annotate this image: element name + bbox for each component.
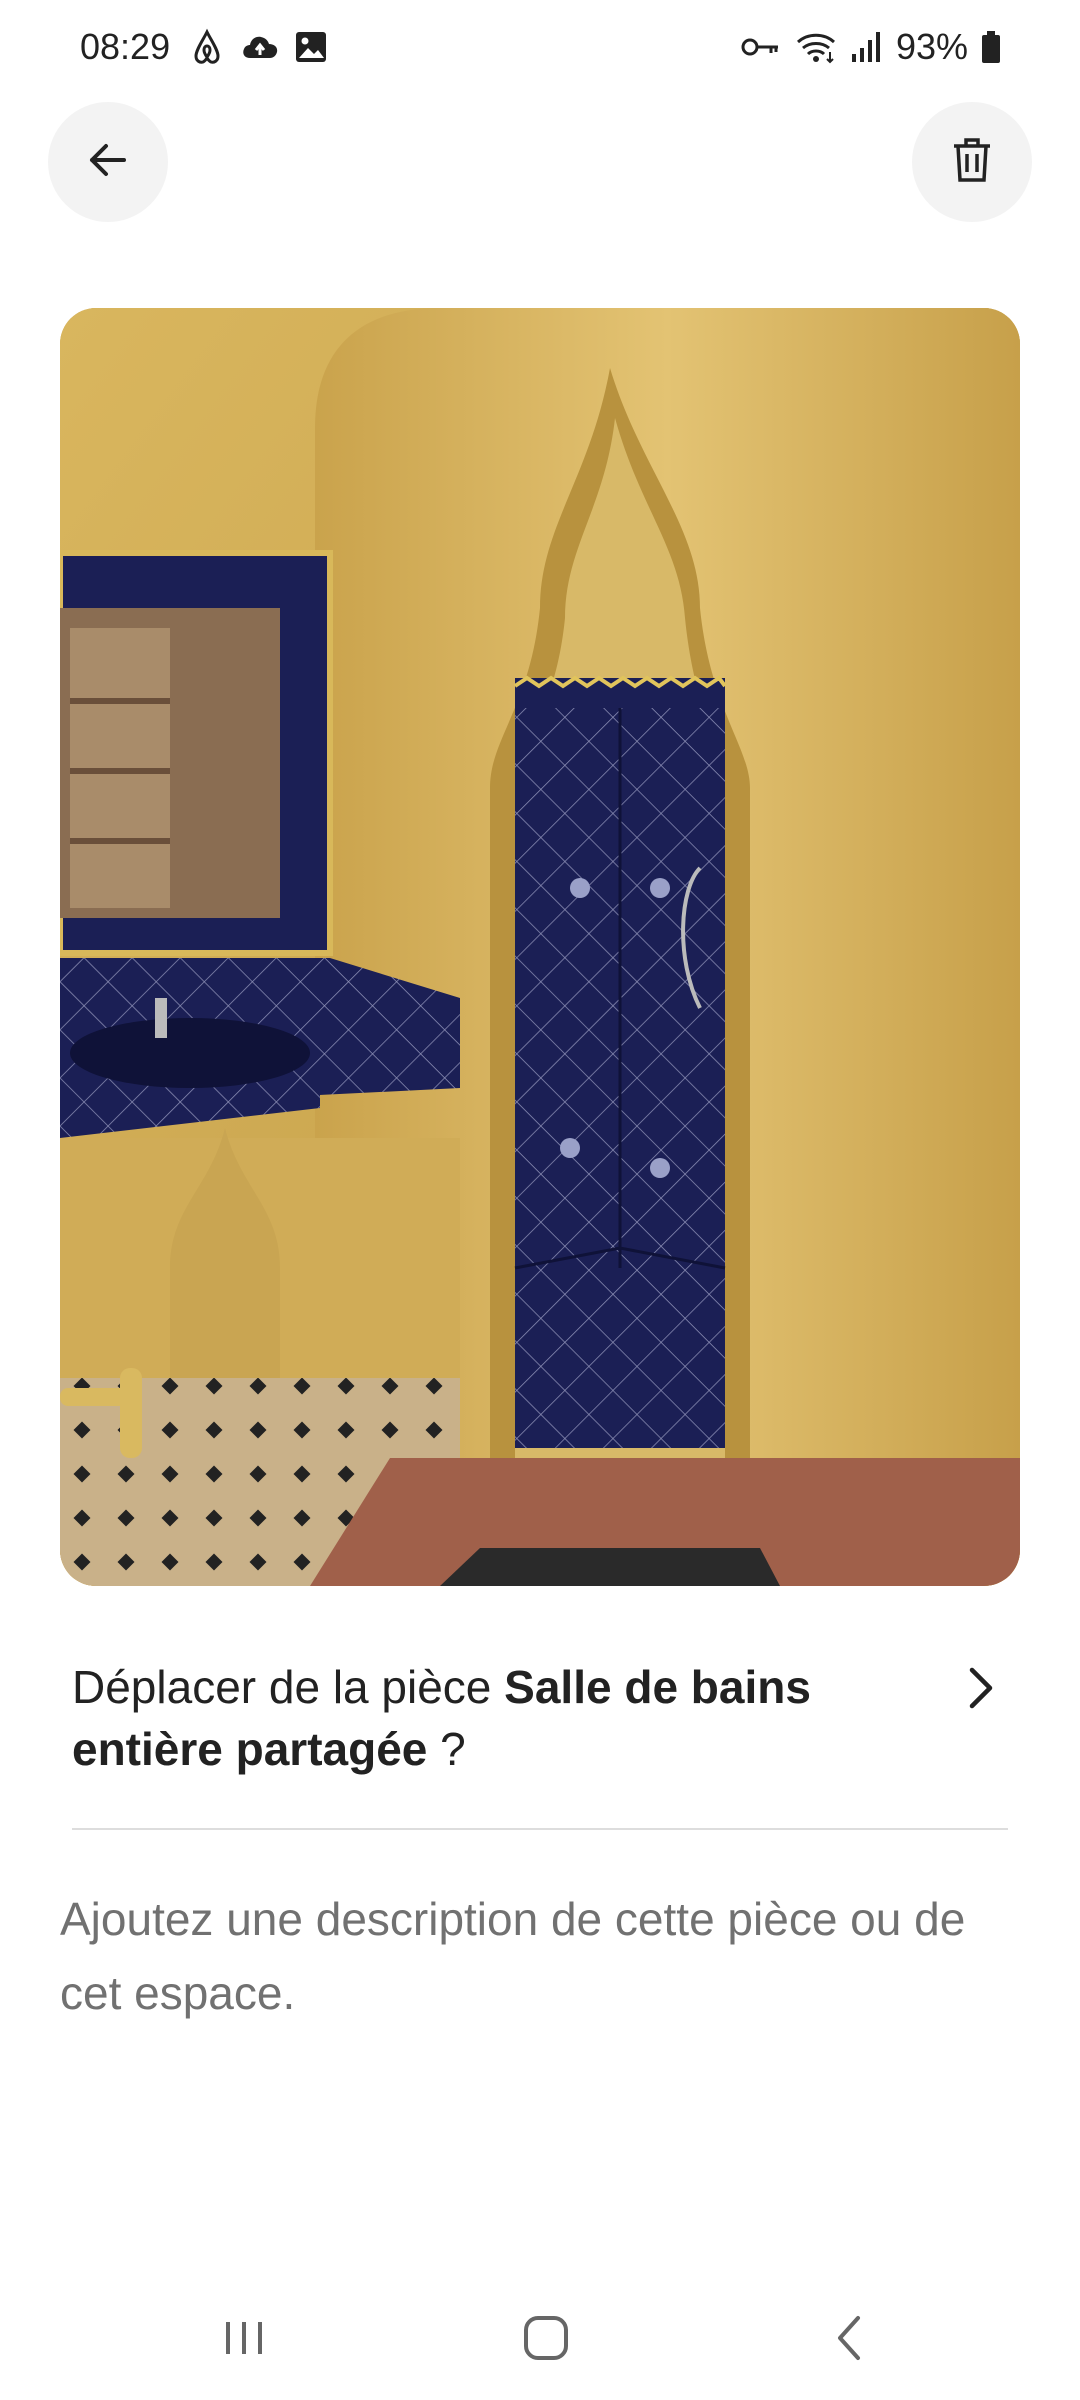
back-icon: [820, 2308, 880, 2373]
room-photo[interactable]: [60, 308, 1020, 1586]
navigation-bar: [0, 2270, 1080, 2400]
delete-photo-button[interactable]: [912, 102, 1032, 222]
wifi-icon: [794, 28, 838, 66]
image-icon: [292, 28, 330, 66]
signal-icon: [850, 28, 884, 66]
nav-back-button[interactable]: [810, 2300, 890, 2380]
airbnb-icon: [188, 28, 226, 66]
battery-icon: [980, 28, 1002, 66]
arrow-left-icon: [84, 136, 132, 189]
move-room-row[interactable]: Déplacer de la pièce Salle de bains enti…: [72, 1656, 1008, 1780]
key-icon: [738, 28, 782, 66]
trash-icon: [950, 136, 994, 189]
move-room-text: Déplacer de la pièce Salle de bains enti…: [72, 1661, 811, 1775]
recent-apps-button[interactable]: [204, 2300, 284, 2380]
home-button[interactable]: [506, 2300, 586, 2380]
cloud-upload-icon: [240, 28, 278, 66]
recent-apps-icon: [214, 2308, 274, 2373]
status-time: 08:29: [80, 26, 171, 67]
description-input[interactable]: Ajoutez une description de cette pièce o…: [60, 1882, 1010, 2030]
chevron-right-icon: [952, 1660, 1008, 1716]
divider: [72, 1828, 1008, 1830]
home-icon: [516, 2308, 576, 2373]
back-button[interactable]: [48, 102, 168, 222]
status-bar: 08:29 93%: [0, 0, 1080, 96]
battery-percent: 93%: [895, 26, 968, 67]
